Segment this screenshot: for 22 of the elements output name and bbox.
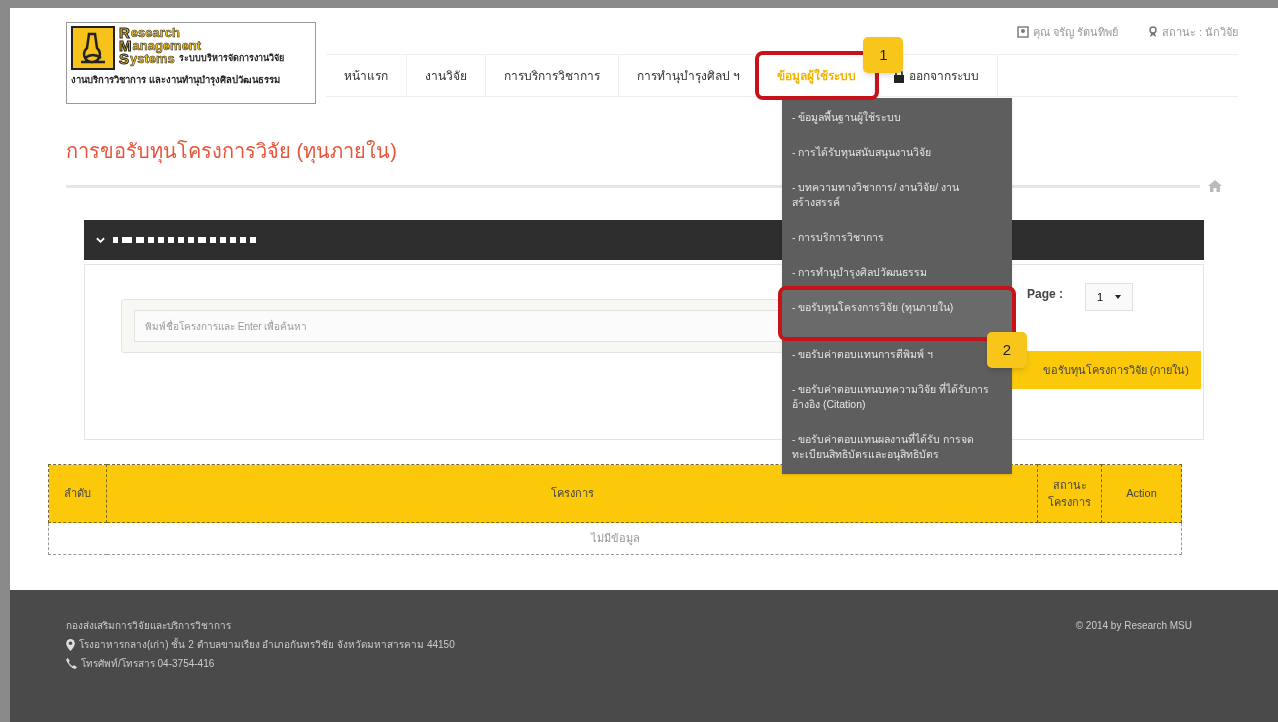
step-number-tooltip: 1: [863, 37, 904, 73]
logo-subtitle: งานบริการวิชาการ และงานทำนุบำรุงศิลปวัฒนธรรม: [71, 73, 281, 88]
column-header: ลำดับ: [48, 464, 107, 523]
step-number-tooltip: 2: [987, 332, 1027, 368]
logo-letter: R: [119, 26, 130, 39]
logo-word: anagement: [132, 39, 202, 52]
logo-letter: M: [119, 39, 132, 52]
column-header: Action: [1101, 464, 1182, 523]
user-status: สถานะ : นักวิจัย: [1161, 25, 1238, 40]
logo-letter: S: [119, 52, 129, 65]
org-name: กองส่งเสริมการวิจัยและบริการวิชาการ: [66, 619, 232, 633]
logo-word: esearch: [130, 26, 180, 39]
address: โรงอาหารกลาง(เก่า) ชั้น 2 ตำบลขามเรียง อำเภอกันทรวิชัย จังหวัดมหาสารคาม 44150: [79, 637, 455, 652]
user-name: คุณ จรัญ รัตนทิพย์: [1032, 25, 1118, 41]
page-label: Page :: [1027, 286, 1063, 303]
column-header: สถานะ โครงการ: [1037, 464, 1102, 523]
page-title: การขอรับทุนโครงการวิจัย (ทุนภายใน): [66, 139, 397, 166]
copyright: © 2014 by Research MSU: [1075, 619, 1192, 633]
phone-number: โทรศัพท์/โทรสาร 04-3754-416: [81, 657, 215, 671]
empty-message: ไม่มีข้อมูล: [48, 522, 1182, 555]
logo-tagline: ระบบบริหารจัดการงานวิจัย: [178, 53, 284, 65]
logo-word: ystems: [130, 52, 175, 65]
